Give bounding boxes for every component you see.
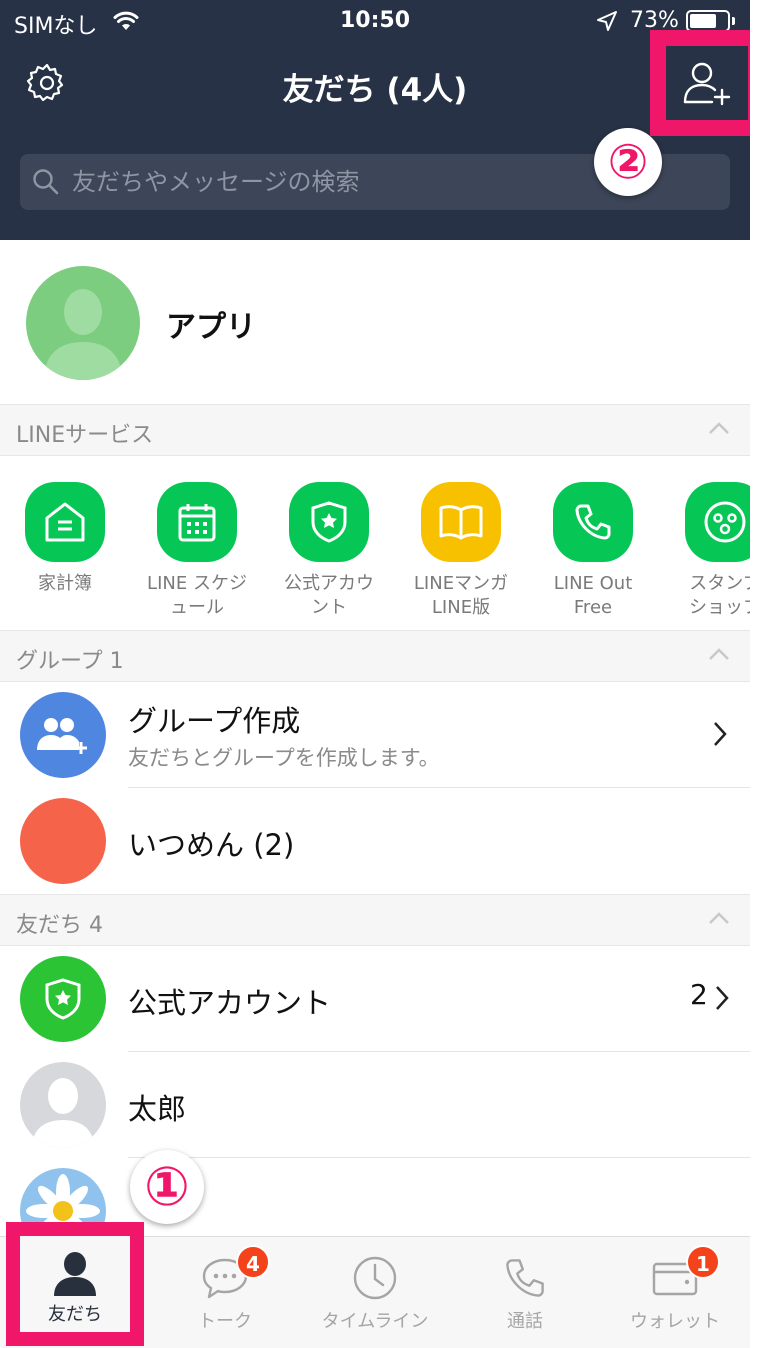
friend-name: 太郎: [128, 1092, 187, 1126]
search-icon: [33, 169, 59, 195]
friend-row[interactable]: 太郎: [0, 1052, 750, 1158]
service-item-lineout[interactable]: LINE Out Free: [528, 482, 658, 620]
battery-nub: [732, 17, 735, 25]
services-carousel[interactable]: 家計簿 LINE スケジ ュール 公式アカウ ント LINEマンガ LINE版 …: [0, 456, 750, 630]
page-title: 友だち (4人): [282, 72, 468, 108]
chevron-right-icon: [714, 722, 727, 746]
group-row[interactable]: いつめん (2): [0, 788, 750, 894]
unread-badge: 4: [236, 1245, 270, 1279]
section-label: LINEサービス: [16, 423, 154, 448]
tab-label: 友だち: [48, 1304, 102, 1325]
section-header-services[interactable]: LINEサービス: [0, 404, 750, 456]
clock-icon: [348, 1251, 402, 1305]
add-friend-icon: [683, 62, 731, 106]
section-header-friends[interactable]: 友だち 4: [0, 894, 750, 946]
friends-screen: SIMなし 10:50 73% 友だち (4人) 友だちやメッセージの検索 ② …: [0, 0, 750, 1348]
create-group-title: グループ作成: [128, 704, 301, 738]
tab-label: トーク: [198, 1311, 252, 1332]
default-person-icon: [32, 1078, 94, 1148]
avatar: [20, 1062, 106, 1148]
service-label: LINEマンガ LINE版: [413, 573, 509, 618]
group-avatar: [20, 798, 106, 884]
service-item-schedule[interactable]: LINE スケジ ュール: [132, 482, 262, 620]
section-label: 友だち 4: [16, 913, 103, 938]
official-accounts-row[interactable]: 公式アカウント 2: [0, 946, 750, 1052]
tab-calls[interactable]: 通話: [450, 1237, 600, 1348]
service-item-manga[interactable]: LINEマンガ LINE版: [396, 482, 526, 620]
tab-timeline[interactable]: タイムライン: [300, 1237, 450, 1348]
official-accounts-count: 2: [690, 978, 708, 1011]
section-label: グループ 1: [16, 649, 124, 674]
right-edge-margin: [750, 0, 768, 1348]
my-profile-row[interactable]: アプリ: [0, 240, 750, 404]
service-label: 公式アカウ ント: [284, 573, 374, 618]
create-group-row[interactable]: グループ作成 友だちとグループを作成します。: [0, 682, 750, 788]
calendar-icon: [157, 482, 237, 562]
header: SIMなし 10:50 73% 友だち (4人): [0, 0, 750, 240]
phone-icon: [498, 1251, 552, 1305]
tab-friends-active[interactable]: 友だち: [20, 1236, 130, 1332]
tab-talk[interactable]: 4 トーク: [150, 1237, 300, 1348]
annotation-marker-2: ②: [594, 128, 662, 196]
section-header-groups[interactable]: グループ 1: [0, 630, 750, 682]
service-label: 家計簿: [38, 573, 92, 594]
add-friend-button[interactable]: [666, 46, 748, 120]
annotation-marker-1: ①: [130, 1150, 204, 1224]
service-item-stamp-shop[interactable]: スタンプ ショップ: [660, 482, 750, 620]
default-person-icon: [44, 289, 122, 380]
location-arrow-icon: [597, 11, 617, 31]
service-item-kakeibo[interactable]: 家計簿: [0, 482, 130, 596]
service-label: LINE Out Free: [553, 573, 633, 618]
sticker-face-icon: [685, 482, 750, 562]
profile-name: アプリ: [166, 310, 256, 345]
chevron-up-icon[interactable]: [708, 647, 730, 661]
shield-star-icon: [20, 956, 106, 1042]
create-group-icon: [20, 692, 106, 778]
person-icon: [54, 1252, 96, 1296]
official-accounts-name: 公式アカウント: [128, 986, 332, 1020]
tab-label: 通話: [507, 1311, 543, 1332]
group-name: いつめん (2): [128, 828, 295, 862]
service-item-official[interactable]: 公式アカウ ント: [264, 482, 394, 620]
status-bar: SIMなし 10:50 73%: [0, 0, 750, 44]
tab-label: タイムライン: [321, 1311, 429, 1332]
phone-icon: [553, 482, 633, 562]
create-group-subtitle: 友だちとグループを作成します。: [128, 746, 440, 770]
tab-label: ウォレット: [630, 1311, 720, 1332]
book-icon: [421, 482, 501, 562]
chevron-up-icon[interactable]: [708, 911, 730, 925]
chevron-right-icon: [716, 986, 729, 1010]
chevron-up-icon[interactable]: [708, 421, 730, 435]
service-label: スタンプ ショップ: [689, 573, 750, 618]
notification-badge: 1: [686, 1245, 720, 1279]
tab-wallet[interactable]: 1 ウォレット: [600, 1237, 750, 1348]
avatar: [26, 266, 140, 380]
shield-star-icon: [289, 482, 369, 562]
service-label: LINE スケジ ュール: [147, 573, 247, 618]
battery-icon: [686, 10, 730, 32]
home-ledger-icon: [25, 482, 105, 562]
